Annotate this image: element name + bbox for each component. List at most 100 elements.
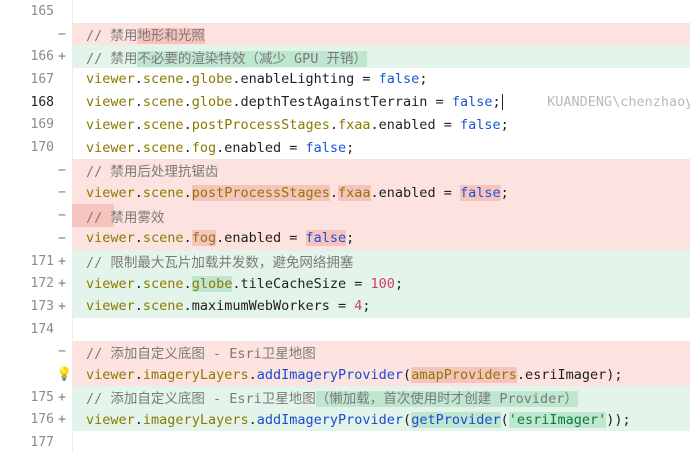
- code-line[interactable]: 174: [0, 318, 690, 341]
- code-text: viewer.imageryLayers.addImageryProvider(…: [86, 366, 623, 383]
- line-number: 175: [30, 389, 54, 405]
- code-line[interactable]: 173 + viewer.scene.maximumWebWorkers = 4;: [0, 295, 690, 318]
- line-number: 166: [30, 49, 54, 65]
- identifier: viewer: [86, 298, 135, 315]
- property: maximumWebWorkers: [191, 298, 330, 315]
- code-line[interactable]: 169 viewer.scene.postProcessStages.fxaa.e…: [0, 114, 690, 137]
- operator: =: [329, 298, 355, 315]
- code-text: viewer.scene.globe.tileCacheSize = 100;: [86, 275, 404, 292]
- diff-removed-marker: −: [58, 208, 66, 224]
- property: enabled: [224, 139, 282, 156]
- property: tileCacheSize: [240, 275, 347, 292]
- identifier: scene: [142, 275, 184, 292]
- punct: ;: [346, 230, 355, 247]
- identifier: fxaa: [338, 116, 371, 133]
- diff-added-marker: +: [58, 412, 66, 428]
- function: addImageryProvider: [256, 411, 404, 428]
- punct: ;: [419, 71, 428, 88]
- line-number: 165: [30, 3, 54, 19]
- code-line[interactable]: 177: [0, 431, 690, 454]
- code-text: viewer.scene.postProcessStages.fxaa.enab…: [86, 116, 509, 133]
- comment: // 禁用雾效: [86, 209, 165, 226]
- code-line[interactable]: 172 + viewer.scene.globe.tileCacheSize = 1…: [0, 272, 690, 296]
- diff-added-marker: +: [58, 253, 66, 269]
- identifier: globe: [191, 71, 233, 88]
- punct: ;: [500, 116, 509, 133]
- code-line[interactable]: − // 禁用后处理抗锯齿: [0, 158, 690, 182]
- identifier: postProcessStages: [191, 116, 330, 133]
- diff-removed-marker: −: [58, 162, 66, 178]
- operator: =: [435, 184, 460, 201]
- code-text: viewer.scene.globe.depthTestAgainstTerra…: [86, 94, 690, 111]
- identifier: fxaa: [338, 184, 371, 201]
- code-line[interactable]: − viewer.scene.fog.enabled = false;: [0, 227, 690, 250]
- code-line[interactable]: 167 viewer.scene.globe.enableLighting = f…: [0, 68, 690, 91]
- operator: =: [427, 94, 452, 111]
- keyword: false: [305, 139, 347, 156]
- comment: // 禁用: [86, 50, 138, 67]
- comment-highlight: （懒加载，首次使用时才创建 Provider）: [315, 391, 578, 408]
- comment: // 添加自定义底图 - Esri卫星地图: [86, 391, 316, 408]
- diff-added-marker: +: [58, 276, 66, 292]
- lightbulb-icon[interactable]: 💡: [56, 367, 72, 382]
- keyword: false: [305, 230, 347, 247]
- identifier: scene: [142, 139, 184, 156]
- code-line[interactable]: 💡 viewer.imageryLayers.addImageryProvider…: [0, 363, 690, 386]
- code-text: viewer.scene.globe.enableLighting = fals…: [86, 71, 428, 88]
- identifier: viewer: [86, 275, 135, 292]
- code-line[interactable]: 175 + // 添加自定义底图 - Esri卫星地图（懒加载，首次使用时才创建 P…: [0, 385, 690, 409]
- identifier: amapProviders: [411, 366, 517, 383]
- code-line[interactable]: 168 viewer.scene.globe.depthTestAgainstTe…: [0, 91, 690, 114]
- text-caret: [501, 94, 504, 111]
- diff-removed-marker: −: [58, 26, 66, 42]
- code-text: // 禁用不必要的渲染特效（减少 GPU 开销）: [86, 47, 368, 67]
- identifier: scene: [142, 184, 184, 201]
- operator: =: [281, 230, 306, 247]
- code-line[interactable]: − // 添加自定义底图 - Esri卫星地图: [0, 340, 690, 364]
- keyword: false: [378, 71, 420, 88]
- diff-removed-marker: −: [58, 344, 66, 360]
- code-text: // 禁用后处理抗锯齿: [86, 160, 218, 180]
- code-text: viewer.imageryLayers.addImageryProvider(…: [86, 411, 631, 428]
- code-line[interactable]: 176 + viewer.imageryLayers.addImageryProvi…: [0, 408, 690, 432]
- diff-removed-marker: −: [58, 185, 66, 201]
- identifier: globe: [191, 275, 233, 292]
- property: depthTestAgainstTerrain: [240, 94, 428, 111]
- identifier: viewer: [86, 230, 135, 247]
- code-line[interactable]: − // 禁用地形和光照: [0, 22, 690, 46]
- code-line[interactable]: 171 + // 限制最大瓦片加载并发数，避免网络拥塞: [0, 249, 690, 273]
- operator: =: [435, 116, 460, 133]
- code-text: // 添加自定义底图 - Esri卫星地图（懒加载，首次使用时才创建 Provi…: [86, 387, 578, 408]
- code-line[interactable]: 165: [0, 0, 690, 23]
- identifier: scene: [142, 298, 184, 315]
- code-line[interactable]: − viewer.scene.postProcessStages.fxaa.ena…: [0, 181, 690, 205]
- identifier: imageryLayers: [142, 411, 249, 428]
- identifier: imageryLayers: [142, 366, 249, 383]
- line-number: 177: [30, 435, 54, 451]
- keyword: false: [451, 94, 493, 111]
- code-text: // 禁用地形和光照: [86, 24, 205, 45]
- diff-background: [72, 204, 690, 227]
- property: enabled: [378, 184, 436, 201]
- keyword: false: [459, 116, 501, 133]
- punct: ;: [492, 94, 501, 111]
- code-line[interactable]: 166 + // 禁用不必要的渲染特效（减少 GPU 开销）: [0, 45, 690, 69]
- code-line[interactable]: 170 viewer.scene.fog.enabled = false;: [0, 136, 690, 159]
- code-editor[interactable]: 165−// 禁用地形和光照 166 +// 禁用不必要的渲染特效（减少 GPU 开…: [0, 0, 690, 452]
- identifier: globe: [191, 94, 233, 111]
- identifier: scene: [142, 116, 184, 133]
- code-line[interactable]: − // 禁用雾效: [0, 204, 690, 227]
- function: getProvider: [411, 411, 501, 428]
- operator: =: [354, 71, 379, 88]
- line-number: 171: [30, 253, 54, 269]
- line-number: 167: [30, 71, 54, 87]
- punct: );: [606, 366, 623, 383]
- string: 'esriImager': [508, 411, 607, 428]
- property: enabled: [378, 116, 436, 133]
- identifier: scene: [142, 94, 184, 111]
- identifier: fog: [191, 230, 217, 247]
- operator: =: [281, 139, 306, 156]
- comment: // 禁用后处理抗锯齿: [86, 164, 219, 181]
- operator: =: [346, 275, 371, 292]
- property: esriImager: [525, 366, 607, 383]
